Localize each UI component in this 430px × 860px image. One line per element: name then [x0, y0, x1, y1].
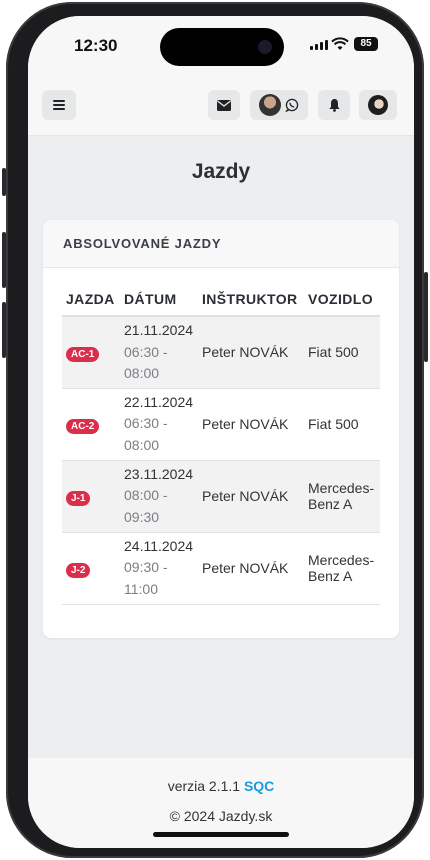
user-avatar — [368, 95, 388, 115]
notifications-button[interactable] — [318, 90, 350, 120]
column-header-vozidlo: VOZIDLO — [304, 282, 380, 317]
volume-down-button — [2, 302, 6, 358]
date-cell: 22.11.2024 06:30 - 08:00 — [120, 388, 198, 461]
ride-code-cell: AC-1 — [62, 316, 120, 389]
hamburger-icon — [53, 100, 65, 110]
ride-code-badge[interactable]: AC-1 — [66, 346, 100, 362]
user-profile-button[interactable] — [359, 90, 397, 120]
copyright-text: © 2024 Jazdy.sk — [169, 808, 273, 824]
vehicle-cell: Mercedes- Benz A — [304, 532, 380, 605]
phone-frame: 12:30 85 Jazdy ABSOLVOVANÉ JAZDY JAZDA D… — [2, 2, 428, 858]
battery-icon: 85 — [354, 37, 378, 51]
table-row: J-1 23.11.2024 08:00 - 09:30 Peter NOVÁK M… — [62, 460, 380, 533]
vehicle-cell: Fiat 500 — [304, 316, 380, 389]
wifi-icon — [331, 37, 349, 50]
column-header-jazda: JAZDA — [62, 282, 120, 317]
ride-time-to: 08:00 — [124, 436, 160, 453]
vehicle-cell: Fiat 500 — [304, 388, 380, 461]
instructor-cell: Peter NOVÁK — [198, 532, 304, 605]
screen: 12:30 85 Jazdy ABSOLVOVANÉ JAZDY JAZDA D… — [28, 16, 414, 848]
table-row: AC-2 22.11.2024 06:30 -08:00 Peter NOVÁK … — [62, 388, 380, 461]
date-cell: 21.11.2024 06:30 - 08:00 — [120, 316, 198, 389]
ride-time-to: 11:00 — [124, 580, 158, 597]
version-line: verzia 2.1.1 SQC — [28, 778, 414, 794]
version-text: verzia 2.1.1 — [167, 778, 241, 794]
ride-time-from: 06:30 - — [124, 343, 168, 360]
ride-time-to: 09:30 — [124, 508, 160, 525]
instructor-contact-button[interactable] — [250, 90, 308, 120]
instructor-cell: Peter NOVÁK — [198, 388, 304, 461]
date-cell: 23.11.2024 08:00 - 09:30 — [120, 460, 198, 533]
vehicle-name: Fiat 500 — [308, 416, 359, 432]
ride-date: 23.11.2024 — [124, 465, 194, 482]
card-title: ABSOLVOVANÉ JAZDY — [43, 220, 399, 268]
bell-icon — [328, 99, 340, 112]
ride-date: 21.11.2024 — [124, 322, 194, 338]
rides-table: JAZDA DÁTUM INŠTRUKTOR VOZIDLO AC-1 21.1… — [62, 282, 380, 605]
instructor-cell: Peter NOVÁK — [198, 460, 304, 533]
vehicle-name-cont: Benz A — [308, 568, 353, 584]
cellular-signal-icon — [310, 40, 328, 50]
ride-time-from: 08:00 - — [124, 487, 168, 504]
instructor-avatar — [259, 94, 281, 116]
page-title: Jazdy — [191, 160, 251, 183]
mute-switch — [2, 168, 6, 196]
home-indicator[interactable] — [153, 832, 289, 837]
menu-button[interactable] — [42, 90, 76, 120]
envelope-icon — [217, 99, 231, 111]
ride-code-cell: J-2 — [62, 532, 120, 605]
ride-time-from: 06:30 - — [124, 415, 168, 432]
table-header-row: JAZDA DÁTUM INŠTRUKTOR VOZIDLO — [62, 282, 380, 317]
table-row: J-2 24.11.2024 09:30 - 11:00 Peter NOVÁK M… — [62, 532, 380, 605]
ride-code-badge[interactable]: J-2 — [66, 562, 91, 578]
ride-time-to: 08:00 — [124, 365, 160, 381]
dynamic-island — [160, 28, 284, 66]
status-bar: 12:30 85 — [28, 16, 414, 84]
ride-code-cell: J-1 — [62, 460, 120, 533]
ride-code-badge[interactable]: AC-2 — [66, 418, 100, 434]
status-time: 12:30 — [74, 36, 118, 55]
ride-date: 24.11.2024 — [124, 537, 194, 554]
messages-button[interactable] — [208, 90, 240, 120]
sqc-link[interactable]: SQC — [244, 778, 274, 794]
ride-code-cell: AC-2 — [62, 388, 120, 461]
volume-up-button — [2, 232, 6, 288]
vehicle-name: Mercedes- — [308, 480, 375, 496]
instructor-cell: Peter NOVÁK — [198, 316, 304, 389]
rides-card: ABSOLVOVANÉ JAZDY JAZDA DÁTUM INŠTRUKTOR… — [43, 220, 399, 638]
vehicle-name: Fiat 500 — [308, 344, 359, 361]
table-row: AC-1 21.11.2024 06:30 -08:00 Peter NOVÁK … — [62, 316, 380, 389]
column-header-instruktor: INŠTRUKTOR — [198, 282, 304, 317]
column-header-datum: DÁTUM — [120, 282, 198, 317]
power-button — [424, 272, 428, 362]
vehicle-cell: Mercedes- Benz A — [304, 460, 380, 533]
vehicle-name: Mercedes- — [308, 552, 375, 568]
date-cell: 24.11.2024 09:30 - 11:00 — [120, 532, 198, 605]
ride-date: 22.11.2024 — [124, 393, 194, 410]
ride-code-badge[interactable]: J-1 — [66, 490, 91, 506]
ride-time-from: 09:30 - — [124, 559, 168, 576]
whatsapp-icon — [285, 98, 299, 112]
vehicle-name-cont: Benz A — [308, 496, 353, 512]
top-navbar — [28, 84, 414, 136]
